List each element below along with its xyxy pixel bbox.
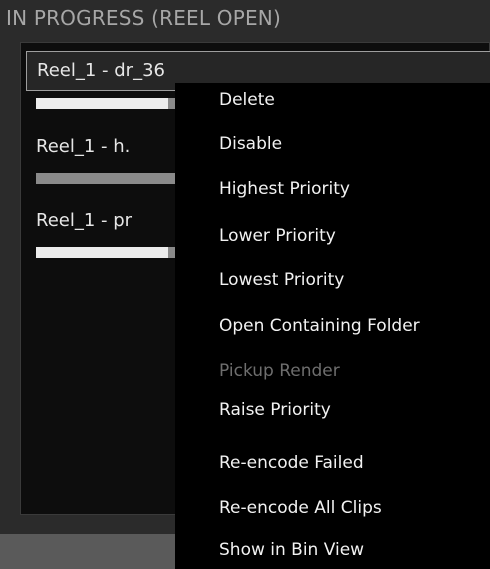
job-progress-fill-1 (36, 98, 168, 109)
menu-item-pickup-render: Pickup Render (219, 361, 340, 381)
job-progress-fill-3 (36, 247, 168, 258)
job-label: Reel_1 - pr (36, 210, 133, 231)
menu-item-highest-priority[interactable]: Highest Priority (219, 173, 350, 205)
menu-item-lower-priority[interactable]: Lower Priority (219, 220, 336, 252)
menu-item-open-containing-folder[interactable]: Open Containing Folder (219, 310, 420, 342)
job-label: Reel_1 - h. (36, 136, 131, 157)
menu-item-re-encode-failed[interactable]: Re-encode Failed (219, 447, 364, 479)
menu-item-raise-priority[interactable]: Raise Priority (219, 394, 331, 426)
panel-title: IN PROGRESS (REEL OPEN) (6, 6, 281, 30)
menu-item-delete[interactable]: Delete (219, 84, 275, 116)
menu-item-lowest-priority[interactable]: Lowest Priority (219, 264, 344, 296)
menu-item-disable[interactable]: Disable (219, 128, 282, 160)
job-label: Reel_1 - dr_36 (37, 60, 165, 81)
context-menu: Delete Disable Highest Priority Lower Pr… (175, 83, 490, 569)
menu-item-show-in-bin-view[interactable]: Show in Bin View (219, 534, 364, 566)
menu-item-re-encode-all-clips[interactable]: Re-encode All Clips (219, 492, 382, 524)
